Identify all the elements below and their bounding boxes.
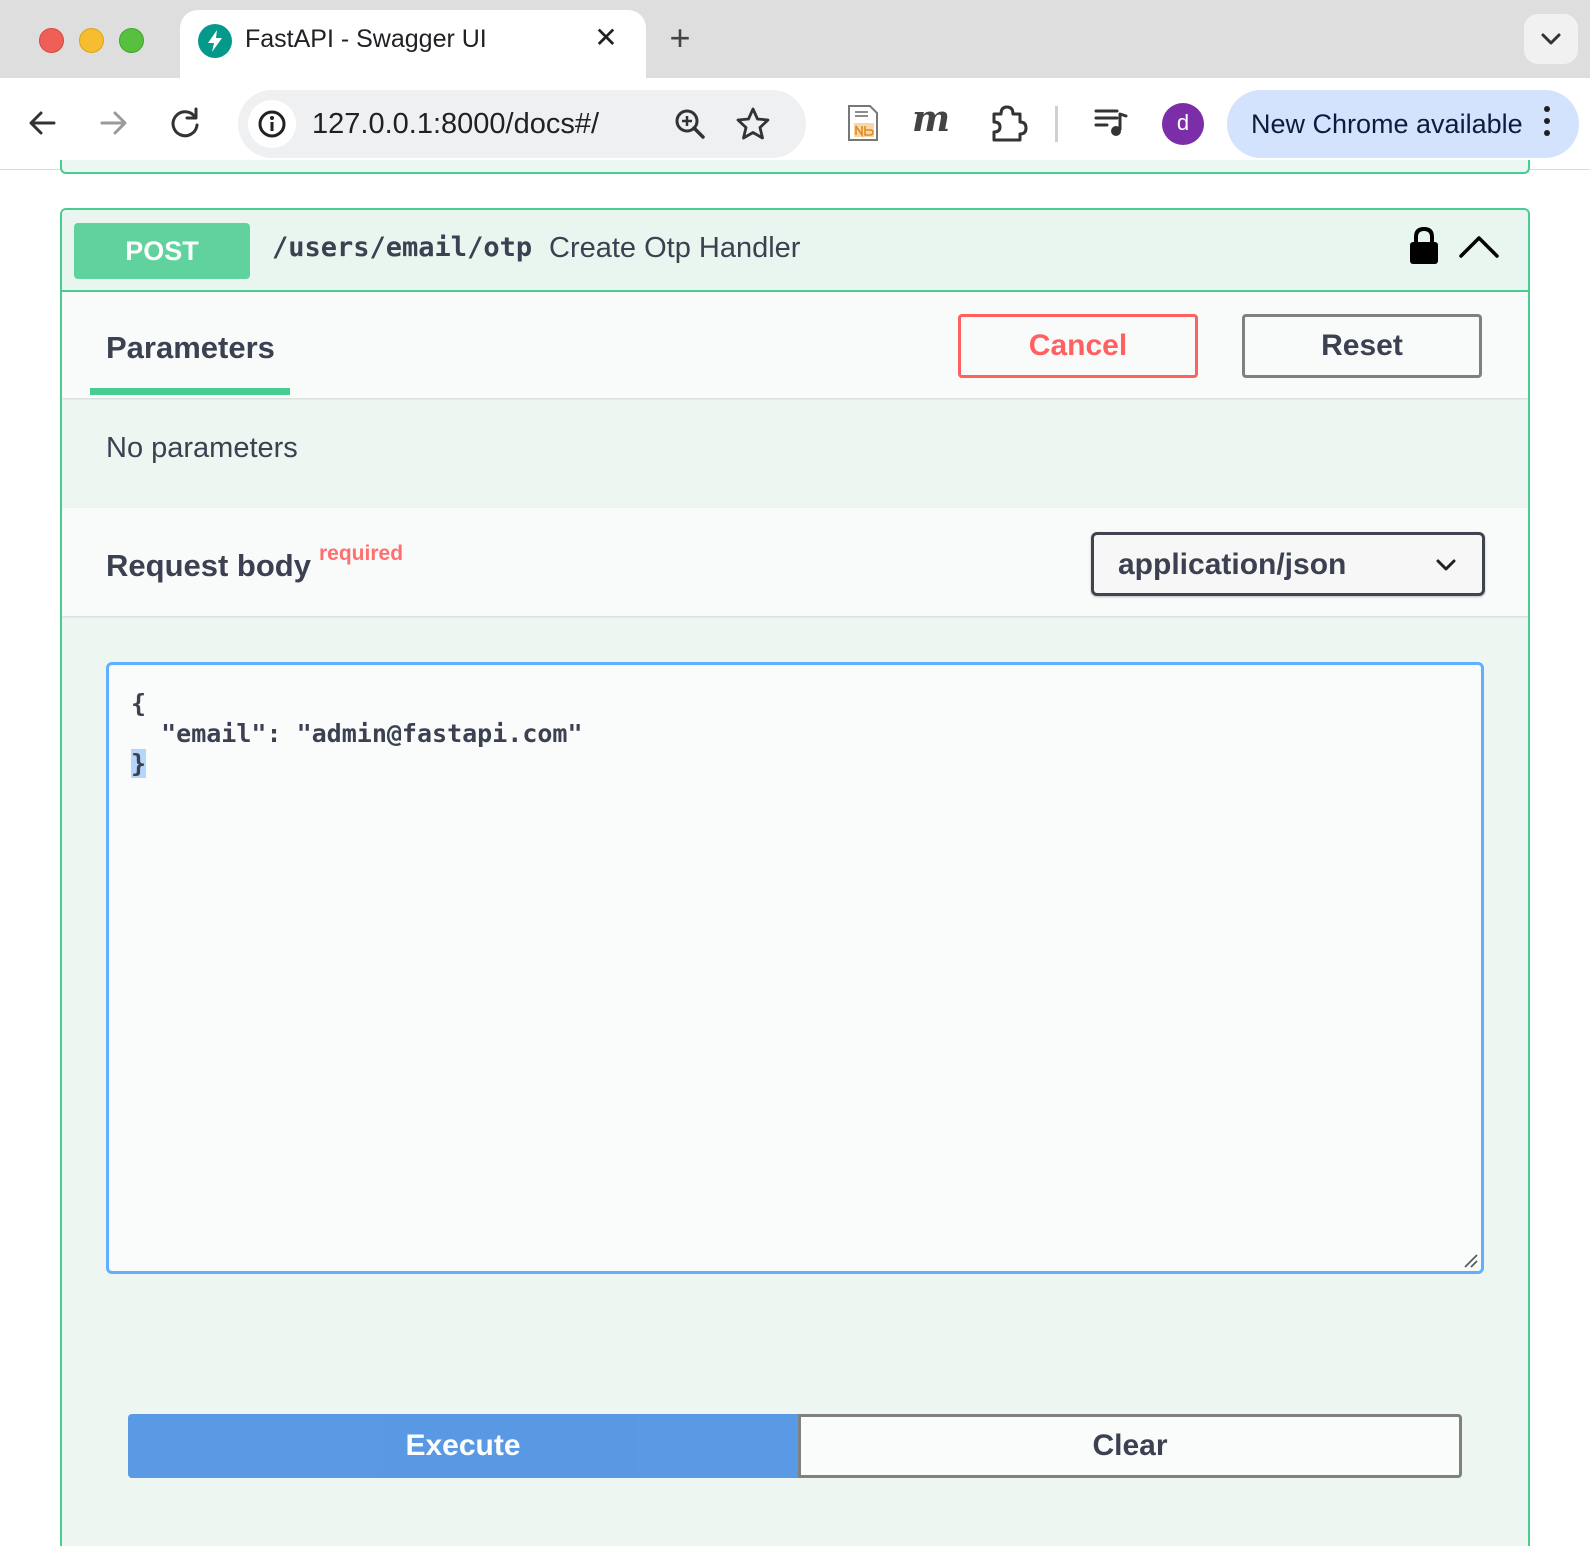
reload-button[interactable] bbox=[162, 100, 208, 146]
profile-avatar[interactable]: d bbox=[1162, 103, 1204, 145]
browser-tab-active[interactable]: FastAPI - Swagger UI ✕ bbox=[180, 10, 646, 78]
media-controls-button[interactable] bbox=[1093, 104, 1129, 145]
operation-description: Create Otp Handler bbox=[549, 232, 801, 264]
browser-tab-strip: FastAPI - Swagger UI ✕ + bbox=[0, 0, 1590, 78]
lock-icon bbox=[1410, 226, 1438, 264]
jupyter-extension-button[interactable] bbox=[846, 104, 880, 147]
more-vert-icon[interactable] bbox=[1544, 106, 1550, 142]
extensions-button[interactable] bbox=[988, 102, 1028, 149]
collapse-operation-button[interactable] bbox=[1457, 232, 1501, 267]
operation-block-post: POST /users/email/otp Create Otp Handler… bbox=[60, 208, 1530, 1546]
chrome-update-label: New Chrome available bbox=[1251, 109, 1523, 139]
tab-parameters-label: Parameters bbox=[106, 330, 275, 365]
required-badge: required bbox=[319, 542, 404, 565]
execute-button[interactable]: Execute bbox=[128, 1414, 798, 1478]
content-type-select[interactable]: application/json bbox=[1091, 532, 1485, 596]
tab-close-icon[interactable]: ✕ bbox=[588, 20, 624, 56]
m-extension-icon[interactable]: m bbox=[912, 98, 950, 140]
operation-summary[interactable]: POST /users/email/otp Create Otp Handler bbox=[62, 210, 1528, 292]
window-zoom-button[interactable] bbox=[119, 28, 144, 53]
content-type-value: application/json bbox=[1118, 548, 1347, 581]
chevron-up-icon bbox=[1459, 236, 1499, 258]
site-info-button[interactable] bbox=[248, 100, 296, 148]
active-tab-indicator bbox=[90, 388, 290, 395]
request-body-title: Request body bbox=[106, 548, 311, 583]
back-button[interactable] bbox=[20, 100, 66, 146]
fastapi-logo-icon bbox=[198, 24, 232, 58]
tab-search-button[interactable] bbox=[1524, 14, 1578, 64]
request-body-editor[interactable]: { "email": "admin@fastapi.com" } bbox=[106, 662, 1484, 1274]
extensions-puzzle-icon bbox=[992, 105, 1028, 142]
media-controls-icon bbox=[1094, 109, 1128, 136]
operation-path: /users/email/otp bbox=[272, 232, 533, 263]
no-parameters-text: No parameters bbox=[106, 432, 298, 464]
site-info-icon bbox=[258, 110, 286, 138]
editor-line-1: { bbox=[131, 689, 147, 718]
jupyter-notebook-extension-icon bbox=[848, 105, 878, 141]
url-text[interactable]: 127.0.0.1:8000/docs#/ bbox=[312, 108, 599, 141]
cancel-button[interactable]: Cancel bbox=[958, 314, 1198, 378]
reload-icon bbox=[171, 107, 199, 138]
chevron-down-icon bbox=[1436, 559, 1456, 571]
chrome-update-button[interactable]: New Chrome available bbox=[1227, 90, 1579, 158]
tab-parameters[interactable]: Parameters bbox=[90, 292, 290, 396]
bookmark-button[interactable] bbox=[733, 104, 773, 149]
clear-button[interactable]: Clear bbox=[798, 1414, 1462, 1478]
resize-grip-icon[interactable] bbox=[1461, 1251, 1479, 1269]
http-method-badge: POST bbox=[74, 223, 250, 279]
window-close-button[interactable] bbox=[39, 28, 64, 53]
editor-line-3: } bbox=[131, 749, 147, 778]
editor-line-2: "email": "admin@fastapi.com" bbox=[131, 719, 583, 748]
forward-arrow-icon bbox=[100, 111, 127, 135]
address-bar[interactable]: 127.0.0.1:8000/docs#/ bbox=[238, 90, 806, 158]
reset-button[interactable]: Reset bbox=[1242, 314, 1482, 378]
back-arrow-icon bbox=[29, 111, 56, 135]
browser-toolbar: 127.0.0.1:8000/docs#/ m d New Chrome ava… bbox=[0, 78, 1590, 170]
new-tab-button[interactable]: + bbox=[658, 18, 702, 62]
bookmark-star-icon bbox=[736, 107, 770, 140]
toolbar-separator bbox=[1055, 106, 1058, 142]
authorize-lock-button[interactable] bbox=[1407, 224, 1441, 273]
zoom-button[interactable] bbox=[670, 104, 710, 149]
previous-operation-block bbox=[60, 160, 1530, 174]
zoom-icon bbox=[675, 109, 705, 139]
forward-button[interactable] bbox=[90, 100, 136, 146]
window-minimize-button[interactable] bbox=[79, 28, 104, 53]
tab-title: FastAPI - Swagger UI bbox=[245, 25, 487, 53]
tab-search-chevron-icon bbox=[1541, 33, 1561, 45]
parameters-header: Parameters Cancel Reset bbox=[62, 292, 1528, 398]
